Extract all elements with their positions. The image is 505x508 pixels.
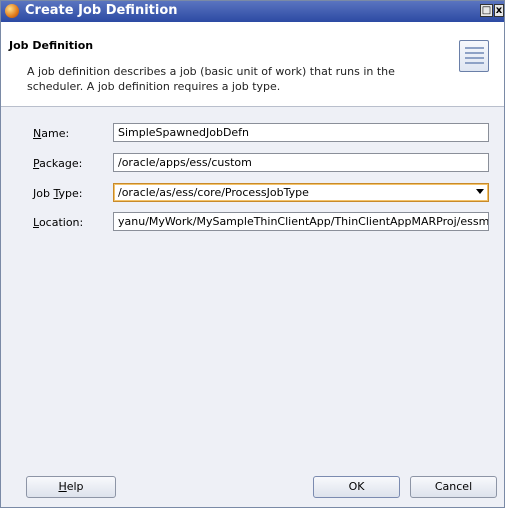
location-label: Location: (33, 216, 84, 229)
close-icon[interactable]: x (494, 4, 504, 17)
header-description: A job definition describes a job (basic … (27, 65, 395, 93)
document-icon (459, 40, 489, 72)
app-icon (5, 4, 19, 18)
package-field[interactable]: /oracle/apps/ess/custom (113, 153, 489, 172)
window-title: Create Job Definition (25, 3, 178, 18)
cancel-button[interactable]: Cancel (410, 476, 497, 498)
create-job-definition-dialog: Create Job Definition □ x Job Definition… (0, 0, 505, 508)
chevron-down-icon[interactable] (476, 189, 484, 194)
name-label: Name: (33, 127, 70, 140)
title-bar[interactable]: Create Job Definition □ x (1, 1, 504, 22)
dialog-header: Job Definition A job definition describe… (1, 22, 504, 107)
help-button[interactable]: Help (26, 476, 116, 498)
ok-button[interactable]: OK (313, 476, 400, 498)
maximize-icon[interactable]: □ (480, 4, 493, 17)
job-type-select[interactable]: /oracle/as/ess/core/ProcessJobType (113, 183, 489, 202)
job-type-value: /oracle/as/ess/core/ProcessJobType (118, 186, 309, 199)
package-label: Package: (33, 157, 83, 170)
header-title: Job Definition (9, 39, 94, 52)
name-field[interactable]: SimpleSpawnedJobDefn (113, 123, 489, 142)
job-type-label: Job Type: (33, 187, 83, 200)
location-field[interactable]: yanu/MyWork/MySampleThinClientApp/ThinCl… (113, 212, 489, 231)
